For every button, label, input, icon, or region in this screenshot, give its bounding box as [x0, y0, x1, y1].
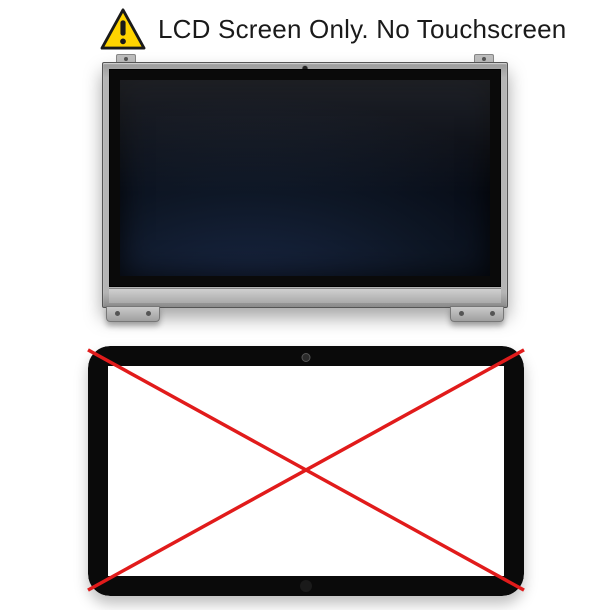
product-notice-image: LCD Screen Only. No Touchscreen	[0, 0, 610, 610]
mount-bracket-icon	[450, 306, 504, 322]
notice-title: LCD Screen Only. No Touchscreen	[158, 14, 566, 45]
mount-bracket-icon	[106, 306, 160, 322]
header-row: LCD Screen Only. No Touchscreen	[0, 8, 610, 50]
touchscreen-illustration	[80, 340, 532, 598]
front-camera-icon	[302, 353, 311, 362]
home-button-icon	[300, 580, 312, 592]
lcd-panel-illustration	[102, 60, 508, 318]
warning-icon	[100, 8, 146, 50]
